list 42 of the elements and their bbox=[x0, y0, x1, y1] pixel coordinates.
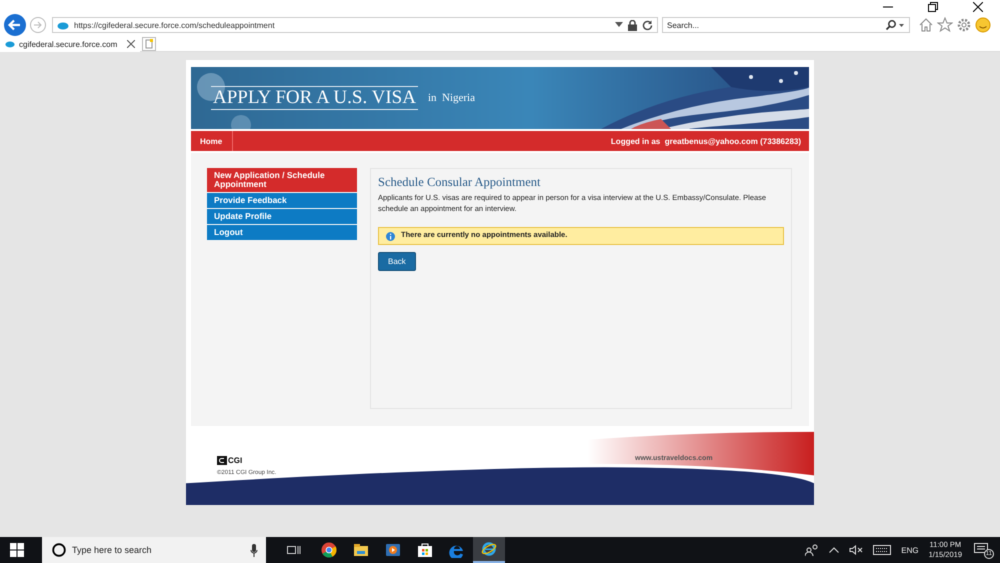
cloud-icon bbox=[5, 40, 15, 48]
muted-speaker-icon[interactable] bbox=[849, 545, 864, 555]
site-title: APPLY FOR A U.S. VISA bbox=[211, 86, 418, 110]
company-logo: CGI bbox=[228, 456, 242, 465]
language-indicator[interactable]: ENG bbox=[901, 546, 919, 554]
home-icon[interactable] bbox=[918, 17, 934, 33]
close-button[interactable] bbox=[972, 2, 982, 12]
taskbar-search-field[interactable]: Type here to search bbox=[42, 537, 266, 563]
back-button[interactable]: Back bbox=[378, 252, 416, 271]
settings-icon[interactable] bbox=[956, 17, 972, 33]
search-field[interactable]: Search... bbox=[662, 17, 910, 33]
back-button[interactable] bbox=[4, 14, 26, 36]
windows-start-icon[interactable] bbox=[10, 543, 24, 557]
new-tab-button[interactable] bbox=[142, 37, 156, 51]
chevron-up-icon[interactable] bbox=[829, 547, 840, 553]
sidebar-item[interactable]: Logout bbox=[207, 225, 357, 240]
smiley-icon[interactable] bbox=[975, 17, 991, 33]
search-icon[interactable] bbox=[885, 20, 905, 30]
refresh-icon[interactable] bbox=[642, 20, 653, 30]
sidebar-item[interactable]: Update Profile bbox=[207, 209, 357, 224]
home-link[interactable]: Home bbox=[191, 131, 234, 151]
notification-icon[interactable] bbox=[974, 543, 988, 555]
cortana-icon bbox=[52, 543, 66, 557]
cgi-logo-icon bbox=[217, 456, 227, 465]
keyboard-icon[interactable] bbox=[873, 545, 892, 555]
microphone-icon[interactable] bbox=[250, 544, 258, 556]
star-icon[interactable] bbox=[937, 17, 953, 33]
panel-heading: Schedule Consular Appointment bbox=[378, 175, 542, 190]
address-bar[interactable]: https://cgifederal.secure.force.com/scheduleappointment bbox=[52, 17, 658, 33]
lock-icon bbox=[628, 20, 637, 30]
close-icon[interactable] bbox=[127, 40, 135, 48]
sidebar-item[interactable]: New Application / Schedule Appointment bbox=[207, 168, 357, 192]
ie-app-icon[interactable] bbox=[473, 537, 505, 563]
task-view-icon[interactable] bbox=[287, 544, 301, 556]
sidebar-item[interactable]: Provide Feedback bbox=[207, 193, 357, 208]
info-icon bbox=[386, 232, 395, 240]
login-status: Logged in as greatbenus@yahoo.com (73386283) bbox=[610, 136, 802, 146]
restore-button[interactable] bbox=[928, 2, 938, 12]
dropdown-icon[interactable] bbox=[615, 22, 623, 28]
country-label: in Nigeria bbox=[428, 92, 475, 104]
cloud-icon bbox=[57, 20, 69, 30]
people-icon[interactable] bbox=[805, 544, 820, 556]
